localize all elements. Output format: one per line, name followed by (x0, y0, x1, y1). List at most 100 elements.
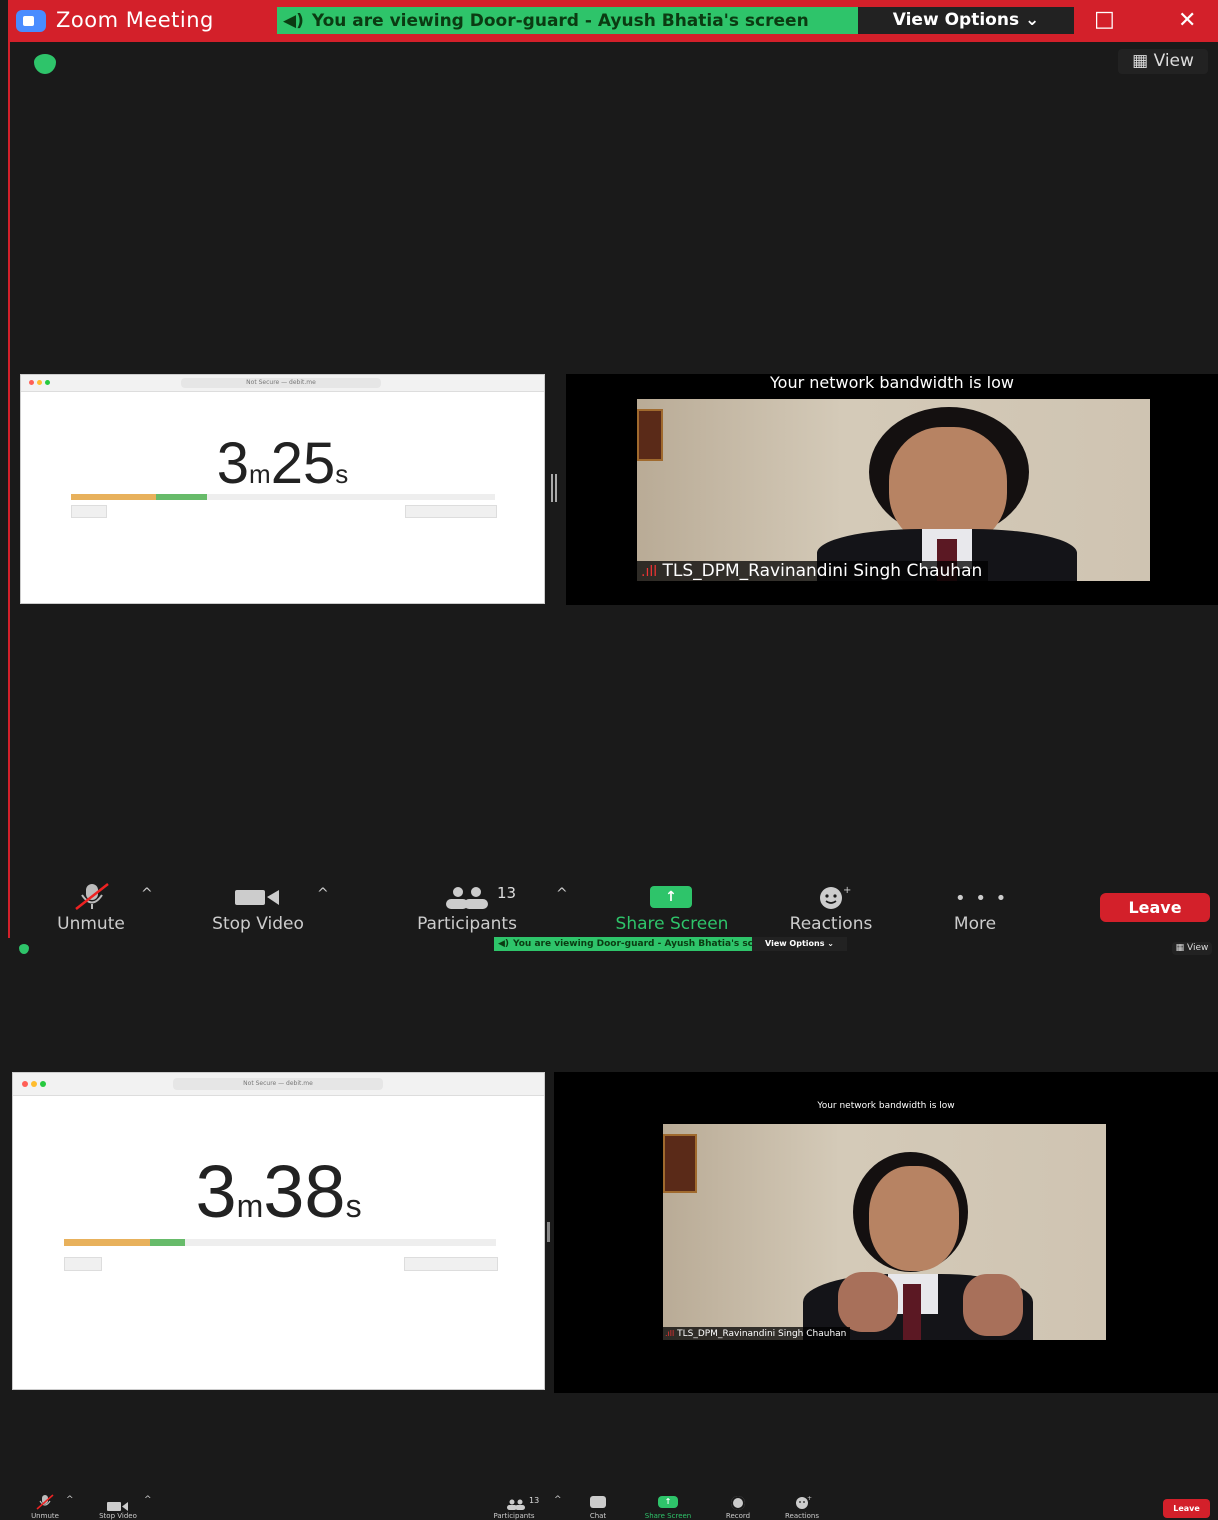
grid-icon: ▦ (1132, 51, 1154, 71)
view-controls (404, 1257, 498, 1271)
share-screen-button[interactable]: Share Screen (602, 914, 742, 934)
reactions-icon[interactable]: + (816, 884, 854, 910)
timer-seconds: 25 (270, 431, 336, 496)
participants-button[interactable]: Participants (398, 914, 536, 934)
timer-minutes: 3 (195, 1150, 237, 1233)
chevron-up-icon[interactable]: ^ (554, 1495, 562, 1505)
stop-video-button[interactable]: Stop Video (198, 914, 318, 934)
svg-text:+: + (807, 1495, 812, 1502)
video-tile: Your network bandwidth is low .ıll TLS_D… (566, 374, 1218, 605)
record-icon[interactable] (731, 1496, 745, 1510)
timer-seconds-unit: s (345, 1188, 362, 1224)
chevron-up-icon[interactable]: ^ (141, 886, 153, 902)
microphone-muted-icon[interactable] (73, 882, 111, 910)
chevron-up-icon[interactable]: ^ (144, 1495, 152, 1505)
zoom-dot-icon (45, 380, 50, 385)
participants-icon[interactable] (506, 1496, 526, 1510)
chat-icon[interactable] (590, 1496, 606, 1508)
wall-frame (637, 409, 663, 461)
participant-video: .ıll TLS_DPM_Ravinandini Singh Chauhan (663, 1124, 1106, 1340)
leave-button[interactable]: Leave (1100, 893, 1210, 922)
timer-minutes-unit: m (236, 1188, 264, 1224)
unmute-button[interactable]: Unmute (41, 914, 141, 934)
playback-controls (64, 1257, 102, 1271)
grid-icon: ▦ (1175, 943, 1187, 953)
close-dot-icon (29, 380, 34, 385)
view-button-label: View (1153, 51, 1194, 71)
speaker-icon: ◀) (283, 10, 304, 31)
microphone-muted-icon[interactable] (35, 1494, 55, 1510)
url-bar: Not Secure — debit.me (173, 1078, 383, 1090)
timer-seconds: 38 (263, 1150, 346, 1233)
more-button[interactable]: More (930, 914, 1020, 934)
video-tile: Your network bandwidth is low .ıll TLS_D… (554, 1072, 1218, 1393)
progress-orange (71, 494, 156, 500)
url-bar: Not Secure — debit.me (181, 378, 381, 388)
participant-name: TLS_DPM_Ravinandini Singh Chauhan (677, 1329, 847, 1339)
wall-frame (663, 1134, 697, 1193)
screen-share-banner: ◀) You are viewing Door-guard - Ayush Bh… (277, 7, 863, 34)
speaker-icon: ◀) (498, 939, 510, 949)
timer-display: 3m25s (21, 430, 544, 497)
timer-seconds-unit: s (335, 459, 349, 489)
left-hand (838, 1272, 898, 1332)
timer-minutes: 3 (216, 431, 250, 496)
minimize-dot-icon (31, 1081, 37, 1087)
view-options-button[interactable]: View Options ⌄ (858, 7, 1074, 34)
timer-minutes-unit: m (249, 459, 271, 489)
reactions-icon[interactable]: + (795, 1494, 813, 1510)
participant-name: TLS_DPM_Ravinandini Singh Chauhan (662, 561, 983, 581)
share-screen-icon[interactable]: ↑ (650, 886, 692, 908)
signal-icon: .ıll (641, 564, 658, 580)
face (869, 1166, 959, 1271)
reactions-button[interactable]: Reactions (772, 914, 890, 934)
participants-count: 13 (497, 884, 517, 902)
bandwidth-notice: Your network bandwidth is low (770, 373, 1014, 392)
shared-screen: Not Secure — debit.me 3m38s (12, 1072, 545, 1390)
progress-orange (64, 1239, 151, 1246)
timer-display: 3m38s (13, 1149, 544, 1234)
participant-video: .ıll TLS_DPM_Ravinandini Singh Chauhan (637, 399, 1150, 581)
splitter-handle[interactable] (547, 1222, 550, 1242)
chevron-up-icon[interactable]: ^ (317, 886, 329, 902)
close-dot-icon (22, 1081, 28, 1087)
share-screen-icon[interactable]: ↑ (658, 1496, 678, 1508)
progress-green (155, 494, 207, 500)
participant-name-label: .ıll TLS_DPM_Ravinandini Singh Chauhan (663, 1327, 851, 1340)
video-camera-icon[interactable] (235, 887, 281, 907)
tie (903, 1284, 921, 1340)
leave-button[interactable]: Leave (1163, 1499, 1210, 1518)
view-button-label: View (1187, 943, 1209, 953)
screen-share-banner-text: You are viewing Door-guard - Ayush Bhati… (311, 10, 809, 31)
zoom-dot-icon (40, 1081, 46, 1087)
participants-icon[interactable] (444, 886, 490, 910)
right-hand (963, 1274, 1023, 1336)
splitter-handle[interactable] (551, 474, 557, 502)
progress-green (150, 1239, 185, 1246)
browser-toolbar: Not Secure — debit.me (13, 1073, 544, 1096)
zoom-logo-icon (16, 10, 46, 32)
view-button[interactable]: ▦ View (1118, 49, 1208, 74)
timer-progress-bar (71, 494, 495, 500)
maximize-icon[interactable]: □ (1094, 7, 1115, 32)
view-button[interactable]: ▦ View (1172, 942, 1212, 955)
browser-toolbar: Not Secure — debit.me (21, 375, 544, 392)
participant-name-label: .ıll TLS_DPM_Ravinandini Singh Chauhan (637, 561, 989, 581)
timer-progress-bar (64, 1239, 496, 1246)
video-camera-icon[interactable] (107, 1497, 129, 1511)
chevron-up-icon[interactable]: ^ (556, 886, 568, 902)
bandwidth-notice: Your network bandwidth is low (817, 1101, 955, 1111)
view-options-button[interactable]: View Options ⌄ (752, 937, 847, 951)
close-icon[interactable]: ✕ (1178, 8, 1196, 33)
shared-screen: Not Secure — debit.me 3m25s (20, 374, 545, 604)
more-icon[interactable]: • • • (955, 888, 1008, 909)
window-title: Zoom Meeting (56, 8, 214, 32)
view-controls (405, 505, 497, 518)
screen-share-banner: ◀) You are viewing Door-guard - Ayush Bh… (494, 937, 754, 951)
playback-controls (71, 505, 107, 518)
svg-text:+: + (843, 885, 851, 896)
chevron-up-icon[interactable]: ^ (66, 1495, 74, 1505)
signal-icon: .ıll (665, 1329, 675, 1338)
minimize-dot-icon (37, 380, 42, 385)
participants-count: 13 (529, 1496, 540, 1505)
